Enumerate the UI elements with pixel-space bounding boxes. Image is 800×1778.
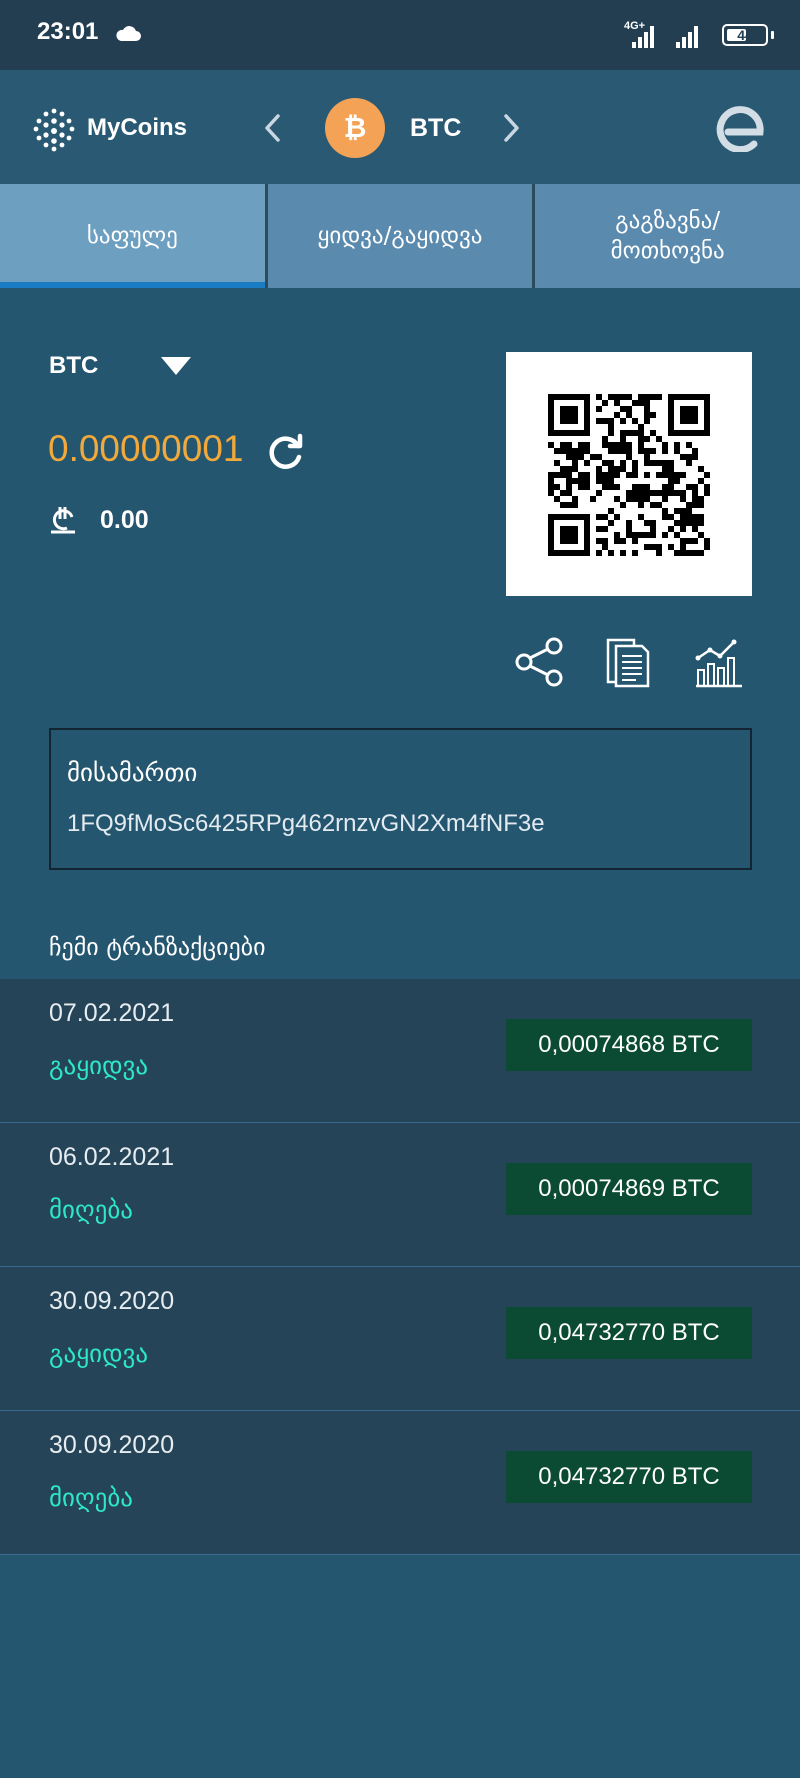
- logo-text: MyCoins: [87, 114, 188, 141]
- transaction-type: გაყიდვა: [49, 1051, 149, 1080]
- chevron-left-icon[interactable]: [262, 113, 282, 143]
- signal-area: 4G+: [620, 20, 710, 50]
- transactions-heading: ჩემი ტრანზაქციები: [49, 933, 266, 961]
- transaction-list: 07.02.2021 გაყიდვა 0,00074868 BTC 06.02.…: [0, 979, 800, 1555]
- balance-value: 0.00000001: [48, 428, 244, 469]
- address-box[interactable]: მისამართი 1FQ9fMoSc6425RPg462rnzvGN2Xm4f…: [49, 728, 752, 870]
- qr-code[interactable]: [506, 352, 752, 596]
- qr-code-image: [548, 394, 710, 556]
- bitcoin-icon: ₿: [325, 98, 385, 158]
- currency-selector[interactable]: BTC: [49, 352, 98, 380]
- transaction-date: 06.02.2021: [49, 1143, 175, 1171]
- transaction-type: გაყიდვა: [49, 1339, 149, 1368]
- transaction-amount: 0,04732770 BTC: [506, 1451, 752, 1503]
- transaction-amount: 0,00074868 BTC: [506, 1019, 752, 1071]
- transaction-date: 30.09.2020: [49, 1287, 175, 1315]
- tab-bar: საფულე ყიდვა/გაყიდვა გაგზავნა/ მოთხოვნა: [0, 184, 800, 288]
- chart-icon[interactable]: [692, 636, 744, 688]
- e-logo-icon[interactable]: [716, 102, 768, 152]
- tab-buy-sell-label: ყიდვა/გაყიდვა: [317, 223, 483, 249]
- transaction-type: მიღება: [49, 1195, 133, 1224]
- caret-down-icon[interactable]: [160, 356, 192, 376]
- status-bar: 23:01 4G+ 44: [0, 0, 800, 70]
- tab-buy-sell[interactable]: ყიდვა/გაყიდვა: [267, 184, 533, 288]
- transaction-row[interactable]: 07.02.2021 გაყიდვა 0,00074868 BTC: [0, 979, 800, 1123]
- transaction-amount: 0,04732770 BTC: [506, 1307, 752, 1359]
- tab-wallet[interactable]: საფულე: [0, 184, 265, 288]
- refresh-icon[interactable]: [266, 432, 306, 472]
- chevron-right-icon[interactable]: [502, 113, 522, 143]
- share-icon[interactable]: [514, 636, 566, 688]
- address-label: მისამართი: [67, 758, 198, 787]
- cloud-icon: [116, 26, 141, 41]
- tab-send-request[interactable]: გაგზავნა/ მოთხოვნა: [535, 184, 800, 288]
- transaction-type: მიღება: [49, 1483, 133, 1512]
- battery-level: 44: [737, 27, 753, 43]
- mycoins-logo-icon: [33, 108, 75, 152]
- address-value[interactable]: 1FQ9fMoSc6425RPg462rnzvGN2Xm4fNF3e: [67, 810, 545, 838]
- battery-icon: 44: [722, 24, 768, 46]
- coin-name: BTC: [410, 114, 462, 142]
- transaction-row[interactable]: 30.09.2020 გაყიდვა 0,04732770 BTC: [0, 1267, 800, 1411]
- transaction-amount: 0,00074869 BTC: [506, 1163, 752, 1215]
- top-nav: MyCoins ₿ BTC: [0, 70, 800, 184]
- transaction-row[interactable]: 30.09.2020 მიღება 0,04732770 BTC: [0, 1411, 800, 1555]
- lari-icon: [51, 507, 75, 534]
- copy-document-icon[interactable]: [604, 636, 652, 688]
- transaction-date: 07.02.2021: [49, 999, 175, 1027]
- fiat-value: 0.00: [100, 506, 149, 534]
- transaction-row[interactable]: 06.02.2021 მიღება 0,00074869 BTC: [0, 1123, 800, 1267]
- status-time: 23:01: [37, 18, 99, 45]
- tab-send-request-label: გაგზავნა/ მოთხოვნა: [610, 208, 725, 264]
- transaction-date: 30.09.2020: [49, 1431, 175, 1459]
- tab-wallet-label: საფულე: [86, 223, 178, 249]
- signal-1-icon: [632, 26, 698, 48]
